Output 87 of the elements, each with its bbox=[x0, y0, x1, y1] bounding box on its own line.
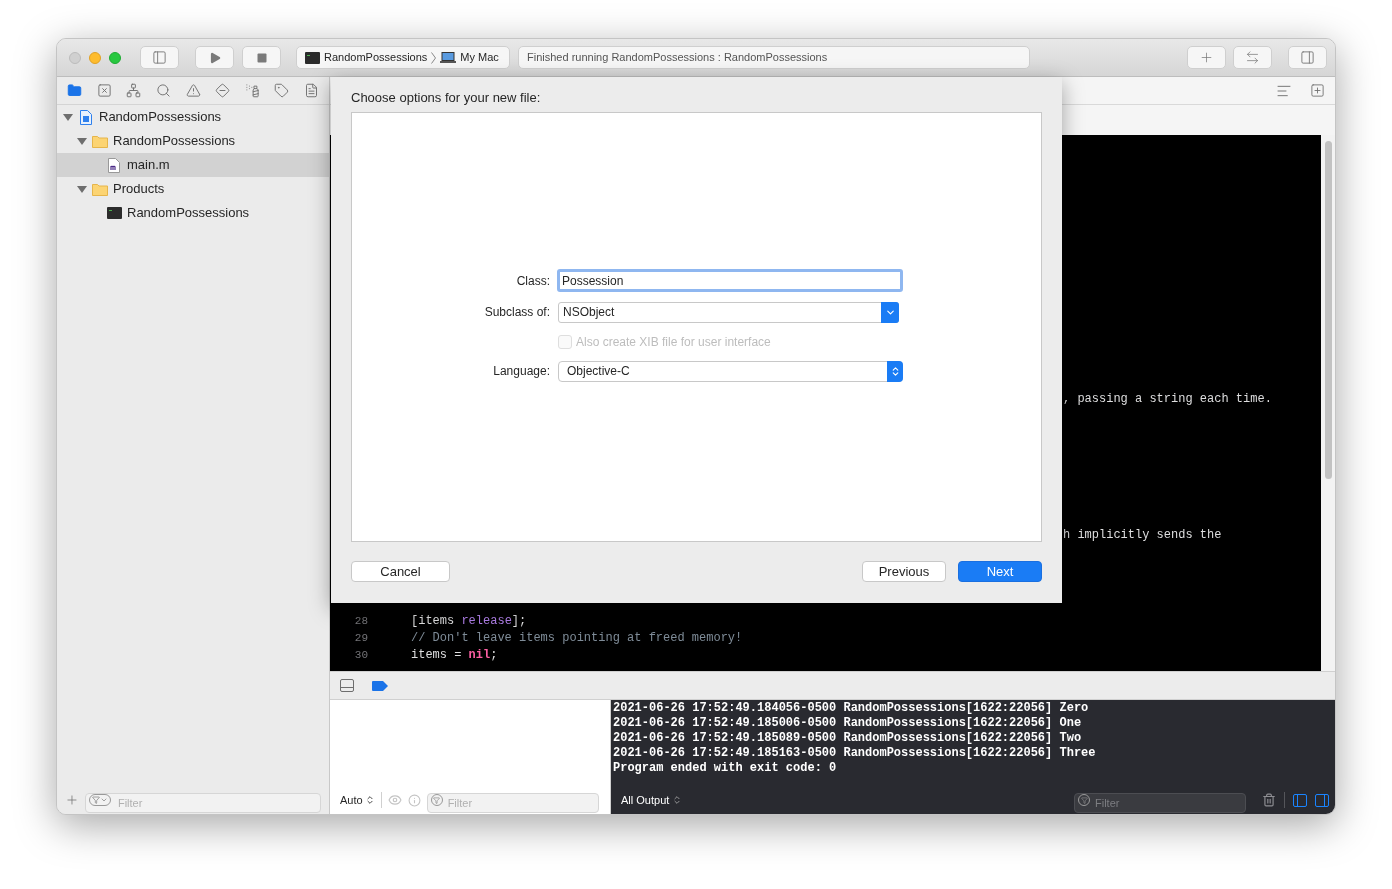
scrollbar[interactable] bbox=[1321, 135, 1335, 671]
tree-item-label: RandomPossessions bbox=[113, 132, 236, 151]
tree-item[interactable]: RandomPossessions bbox=[57, 201, 329, 225]
diamond-icon[interactable] bbox=[215, 83, 231, 98]
console-line: 2021-06-26 17:52:49.185089-0500 RandomPossessions[1622:22056] Two bbox=[613, 731, 1083, 746]
disclosure-triangle-icon[interactable] bbox=[63, 112, 73, 122]
scheme-selector[interactable]: RandomPossessions My Mac bbox=[296, 46, 510, 69]
sidebar-icon bbox=[152, 50, 167, 65]
tree-item[interactable]: main.m bbox=[57, 153, 329, 177]
add-editor-icon[interactable] bbox=[1310, 83, 1325, 98]
filter-field[interactable]: Filter bbox=[1074, 793, 1246, 813]
code-review-button[interactable] bbox=[1233, 46, 1272, 69]
next-button[interactable]: Next bbox=[958, 561, 1042, 582]
tree-item-label: main.m bbox=[127, 156, 170, 175]
zoom-button[interactable] bbox=[109, 51, 121, 64]
project-file-icon bbox=[80, 109, 92, 125]
run-button[interactable] bbox=[195, 46, 234, 69]
scheme-name: RandomPossessions bbox=[324, 50, 428, 66]
hide-debug-area-icon[interactable] bbox=[340, 679, 354, 692]
trash-icon[interactable] bbox=[1262, 793, 1276, 807]
output-popup[interactable]: All Output bbox=[621, 791, 683, 809]
two-way-arrow-icon bbox=[1245, 50, 1260, 65]
spray-can-icon[interactable] bbox=[244, 83, 260, 98]
hierarchy-icon[interactable] bbox=[126, 83, 142, 98]
line-number: 30 bbox=[353, 648, 368, 663]
minimize-button[interactable] bbox=[89, 51, 101, 64]
code-line: h implicitly sends the bbox=[1063, 527, 1223, 544]
tree-item-label: Products bbox=[113, 180, 165, 199]
tag-icon[interactable] bbox=[274, 83, 290, 98]
tree-item[interactable]: Products bbox=[57, 177, 329, 201]
filter-icon bbox=[430, 794, 443, 806]
disclosure-triangle-icon[interactable] bbox=[77, 184, 87, 194]
field-label: Subclass of: bbox=[483, 304, 550, 321]
line-number: 29 bbox=[353, 631, 368, 646]
source-file-icon bbox=[108, 157, 120, 173]
terminal-icon bbox=[305, 51, 320, 64]
laptop-icon bbox=[440, 52, 457, 63]
language-popup[interactable]: Objective-C bbox=[558, 360, 903, 382]
previous-button[interactable]: Previous bbox=[862, 561, 946, 582]
console-line: 2021-06-26 17:52:49.185163-0500 RandomPossessions[1622:22056] Three bbox=[613, 746, 1097, 761]
terminal-icon bbox=[106, 207, 122, 219]
destination-name: My Mac bbox=[460, 50, 499, 66]
console-line: 2021-06-26 17:52:49.185006-0500 RandomPossessions[1622:22056] One bbox=[613, 716, 1083, 731]
disclosure-triangle-icon[interactable] bbox=[77, 136, 87, 146]
scope-popup[interactable]: Auto bbox=[340, 791, 375, 809]
search-icon[interactable] bbox=[155, 83, 171, 98]
checkbox-label: Also create XIB file for user interface bbox=[576, 334, 771, 351]
activity-status-bar: Finished running RandomPossessions : RandomPossessions bbox=[518, 46, 1030, 69]
code-line: , passing a string each time. bbox=[1063, 391, 1273, 408]
line-number: 28 bbox=[353, 614, 368, 629]
console-line: Program ended with exit code: 0 bbox=[613, 761, 838, 776]
folder-icon[interactable] bbox=[67, 83, 82, 98]
folder-icon bbox=[92, 134, 108, 148]
field-label: Language: bbox=[492, 363, 550, 380]
up-down-chevron-icon bbox=[672, 795, 683, 805]
code-line: // Don't leave items pointing at freed memory! bbox=[411, 630, 743, 647]
info-icon[interactable] bbox=[407, 793, 421, 807]
list-icon[interactable] bbox=[304, 83, 319, 98]
tree-item-label: RandomPossessions bbox=[127, 204, 250, 223]
console-line: 2021-06-26 17:52:49.184056-0500 RandomPossessions[1622:22056] Zero bbox=[613, 701, 1090, 716]
field-label: Class: bbox=[515, 272, 550, 290]
eye-icon[interactable] bbox=[387, 793, 402, 807]
cancel-button[interactable]: Cancel bbox=[351, 561, 450, 582]
add-icon[interactable] bbox=[65, 793, 79, 807]
stop-icon bbox=[255, 51, 268, 64]
square-x-icon[interactable] bbox=[96, 83, 112, 98]
tree-item-label: RandomPossessions bbox=[99, 108, 222, 127]
folder-icon bbox=[92, 182, 108, 196]
inspector-icon bbox=[1300, 50, 1315, 65]
plus-icon bbox=[1199, 50, 1214, 65]
right-pane-icon[interactable] bbox=[1315, 793, 1329, 807]
code-line: [items release]; bbox=[411, 613, 527, 630]
left-pane-icon[interactable] bbox=[1293, 793, 1307, 807]
breadcrumb-chevron-icon bbox=[431, 51, 437, 64]
tree-item[interactable]: RandomPossessions bbox=[57, 105, 329, 129]
breakpoint-icon[interactable] bbox=[372, 680, 388, 691]
sidebar-toggle-button[interactable] bbox=[140, 46, 179, 69]
warning-icon[interactable] bbox=[185, 83, 201, 98]
subclass-combo-box[interactable]: NSObject bbox=[558, 301, 899, 323]
code-line: items = nil; bbox=[411, 647, 498, 664]
up-down-chevron-icon bbox=[364, 795, 375, 805]
class-field[interactable]: Possession bbox=[557, 269, 903, 292]
tree-item[interactable]: RandomPossessions bbox=[57, 129, 329, 153]
stop-button[interactable] bbox=[242, 46, 281, 69]
sheet-title: Choose options for your new file: bbox=[351, 89, 542, 104]
filter-icon bbox=[1078, 794, 1090, 806]
inspector-toggle-button[interactable] bbox=[1288, 46, 1327, 69]
